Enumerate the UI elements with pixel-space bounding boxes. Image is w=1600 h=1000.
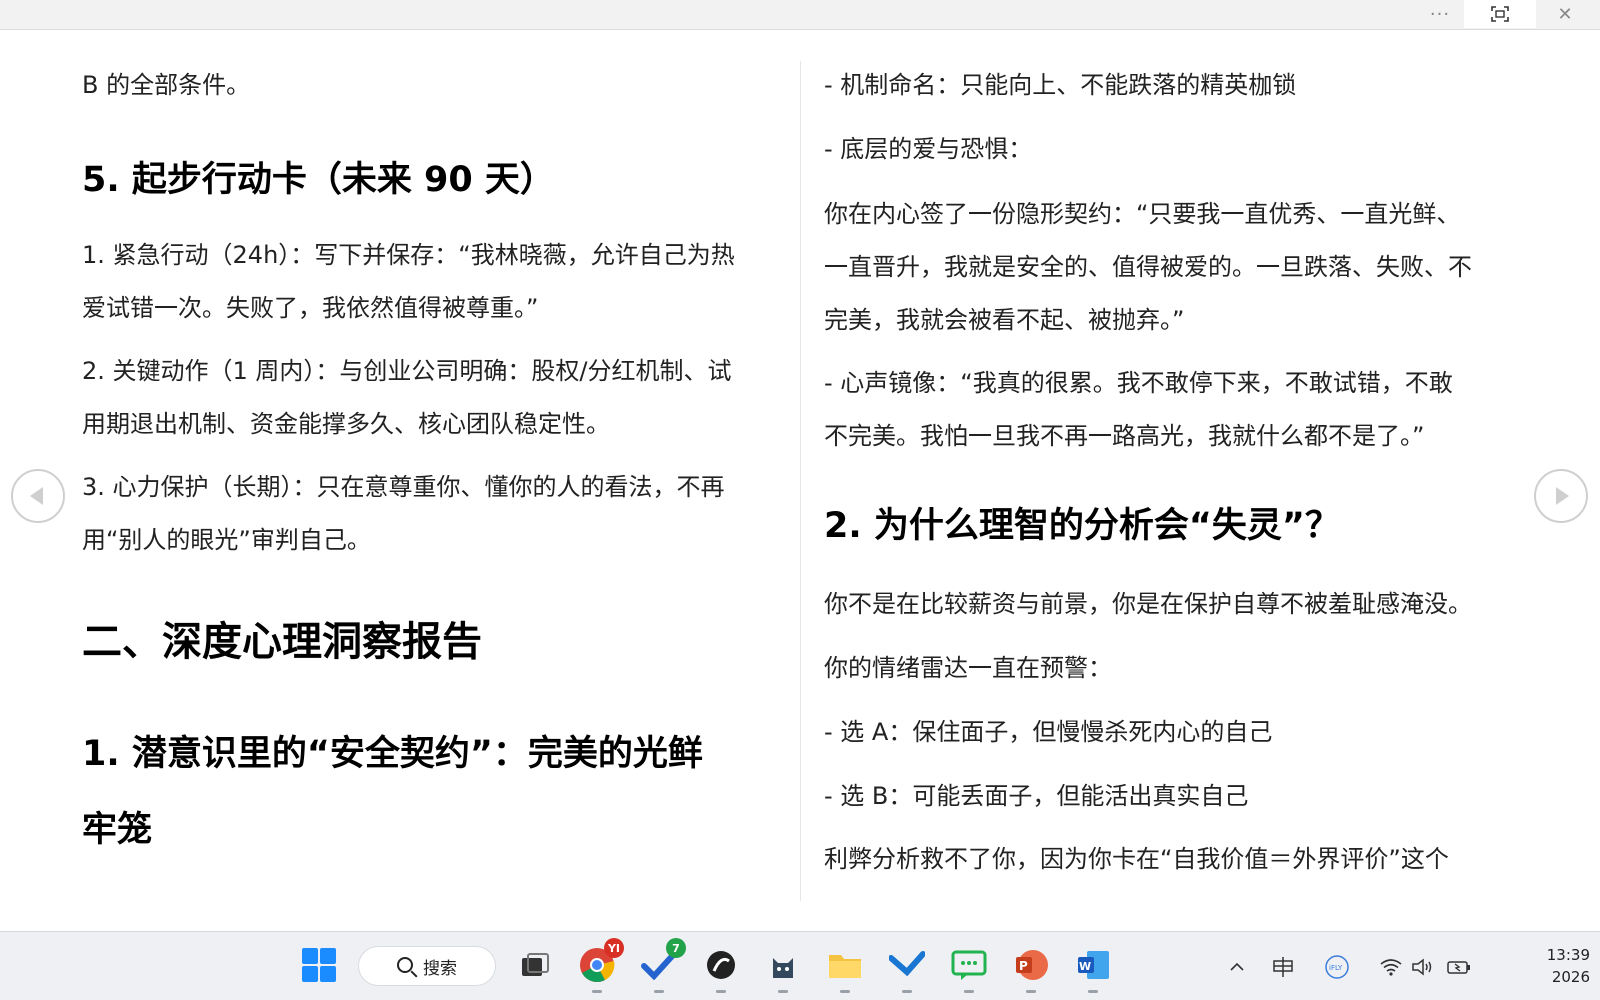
running-indicator: [716, 990, 726, 993]
running-indicator: [1088, 990, 1098, 993]
file-explorer-icon[interactable]: [826, 946, 864, 993]
paragraph-line: 2. 关键动作（1 周内）：与创业公司明确：股权/分红机制、试: [82, 357, 732, 385]
task-view-icon[interactable]: [516, 946, 554, 984]
wifi-glyph: [1380, 959, 1402, 976]
input-method-icon[interactable]: [1270, 954, 1296, 980]
word-glyph: W: [1078, 951, 1109, 979]
paragraph-line: 利弊分析救不了你，因为你卡在“自我价值＝外界评价”这个: [824, 845, 1449, 873]
windows-logo-icon: [302, 948, 318, 964]
paragraph-line: - 底层的爱与恐惧：: [824, 135, 1033, 163]
paragraph-line: 不完美。我怕一旦我不再一路高光，我就什么都不是了。”: [824, 422, 1425, 450]
clock-date: 2026: [1551, 968, 1590, 986]
taskbar: 搜索 YI 7 P W iFLY 13:39 2026: [0, 931, 1600, 1000]
paragraph-line: - 机制命名：只能向上、不能跌落的精英枷锁: [824, 71, 1297, 99]
section-heading: 5. 起步行动卡（未来 90 天）: [82, 160, 555, 200]
running-indicator: [654, 990, 664, 993]
app-logo-glyph: [707, 951, 735, 979]
chrome-profile-badge: YI: [603, 938, 624, 958]
more-options-icon[interactable]: ···: [1420, 0, 1460, 28]
windows-logo-icon: [320, 948, 336, 964]
powerpoint-glyph: P: [1016, 950, 1048, 980]
chat-glyph: [951, 950, 987, 980]
paragraph-line: 3. 心力保护（长期）：只在意尊重你、懂你的人的看法，不再: [82, 473, 725, 501]
page-divider: [800, 61, 801, 901]
paragraph-line: 1. 紧急行动（24h）：写下并保存：“我林晓薇，允许自己为热: [82, 241, 735, 269]
svg-text:iFLY: iFLY: [1329, 964, 1343, 972]
previous-page-button[interactable]: [11, 469, 65, 523]
app-logo-icon[interactable]: [702, 946, 740, 993]
chapter-heading: 二、深度心理洞察报告: [82, 619, 482, 665]
fullscreen-icon[interactable]: [1464, 0, 1536, 28]
battery-glyph: [1447, 961, 1470, 974]
ifly-icon[interactable]: iFLY: [1324, 954, 1350, 980]
paragraph-line: 你不是在比较薪资与前景，你是在保护自尊不被羞耻感淹没。: [824, 590, 1472, 618]
chat-app-icon[interactable]: [950, 946, 988, 993]
taskbar-search[interactable]: 搜索: [358, 946, 496, 986]
running-indicator: [592, 990, 602, 993]
volume-icon[interactable]: [1410, 954, 1436, 980]
paragraph-line: - 选 A：保住面子，但慢慢杀死内心的自己: [824, 718, 1273, 746]
system-clock[interactable]: 13:39 2026: [1480, 944, 1590, 988]
mail-glyph: [889, 951, 925, 977]
svg-text:W: W: [1079, 960, 1091, 973]
clock-time: 13:39: [1546, 946, 1590, 964]
paragraph-line: 用“别人的眼光”审判自己。: [82, 526, 371, 554]
folder-glyph: [829, 955, 861, 978]
next-page-button[interactable]: [1534, 469, 1588, 523]
powerpoint-icon[interactable]: P: [1012, 946, 1050, 993]
chevron-right-icon: [1556, 487, 1569, 505]
start-button[interactable]: [300, 946, 338, 984]
chevron-up-icon[interactable]: [1224, 954, 1250, 980]
windows-logo-icon: [320, 966, 336, 982]
running-indicator: [964, 990, 974, 993]
wifi-icon[interactable]: [1378, 954, 1404, 980]
section-heading: 牢笼: [82, 810, 153, 850]
paragraph-line: 用期退出机制、资金能撑多久、核心团队稳定性。: [82, 410, 610, 438]
paragraph-line: B 的全部条件。: [82, 71, 251, 99]
chevron-up-glyph: [1230, 962, 1244, 971]
chrome-icon[interactable]: YI: [578, 938, 624, 993]
volume-glyph: [1412, 958, 1432, 976]
windows-logo-icon: [302, 966, 318, 982]
section-heading: 1. 潜意识里的“安全契约”：完美的光鲜: [82, 734, 703, 774]
running-indicator: [840, 990, 850, 993]
search-icon: [397, 957, 413, 973]
cat-glyph: [773, 958, 793, 978]
reader-view: B 的全部条件。 5. 起步行动卡（未来 90 天） 1. 紧急行动（24h）：…: [0, 31, 1600, 931]
chevron-left-icon: [30, 487, 43, 505]
mail-app-icon[interactable]: [888, 946, 926, 993]
input-method-glyph: [1273, 957, 1293, 977]
paragraph-line: - 心声镜像：“我真的很累。我不敢停下来，不敢试错，不敢: [824, 369, 1453, 397]
section-heading: 2. 为什么理智的分析会“失灵”？: [824, 506, 1340, 546]
todo-icon[interactable]: 7: [640, 938, 686, 993]
search-label: 搜索: [423, 958, 457, 979]
paragraph-line: 你在内心签了一份隐形契约：“只要我一直优秀、一直光鲜、: [824, 200, 1461, 228]
running-indicator: [1026, 990, 1036, 993]
fullscreen-glyph: [1491, 6, 1509, 22]
running-indicator: [902, 990, 912, 993]
paragraph-line: 爱试错一次。失败了，我依然值得被尊重。”: [82, 294, 539, 322]
paragraph-line: 完美，我就会被看不起、被抛弃。”: [824, 306, 1185, 334]
cat-app-icon[interactable]: [764, 946, 802, 993]
window-title-bar: ··· ✕: [0, 0, 1600, 30]
close-icon[interactable]: ✕: [1540, 0, 1590, 28]
svg-text:P: P: [1019, 959, 1028, 973]
paragraph-line: 你的情绪雷达一直在预警：: [824, 654, 1112, 682]
todo-count-badge: 7: [666, 938, 686, 958]
running-indicator: [778, 990, 788, 993]
paragraph-line: 一直晋升，我就是安全的、值得被爱的。一旦跌落、失败、不: [824, 253, 1472, 281]
paragraph-line: - 选 B：可能丢面子，但能活出真实自己: [824, 782, 1249, 810]
battery-icon[interactable]: [1446, 954, 1472, 980]
ifly-glyph: iFLY: [1325, 955, 1349, 979]
task-view-glyph: [522, 953, 549, 976]
word-icon[interactable]: W: [1074, 946, 1112, 993]
